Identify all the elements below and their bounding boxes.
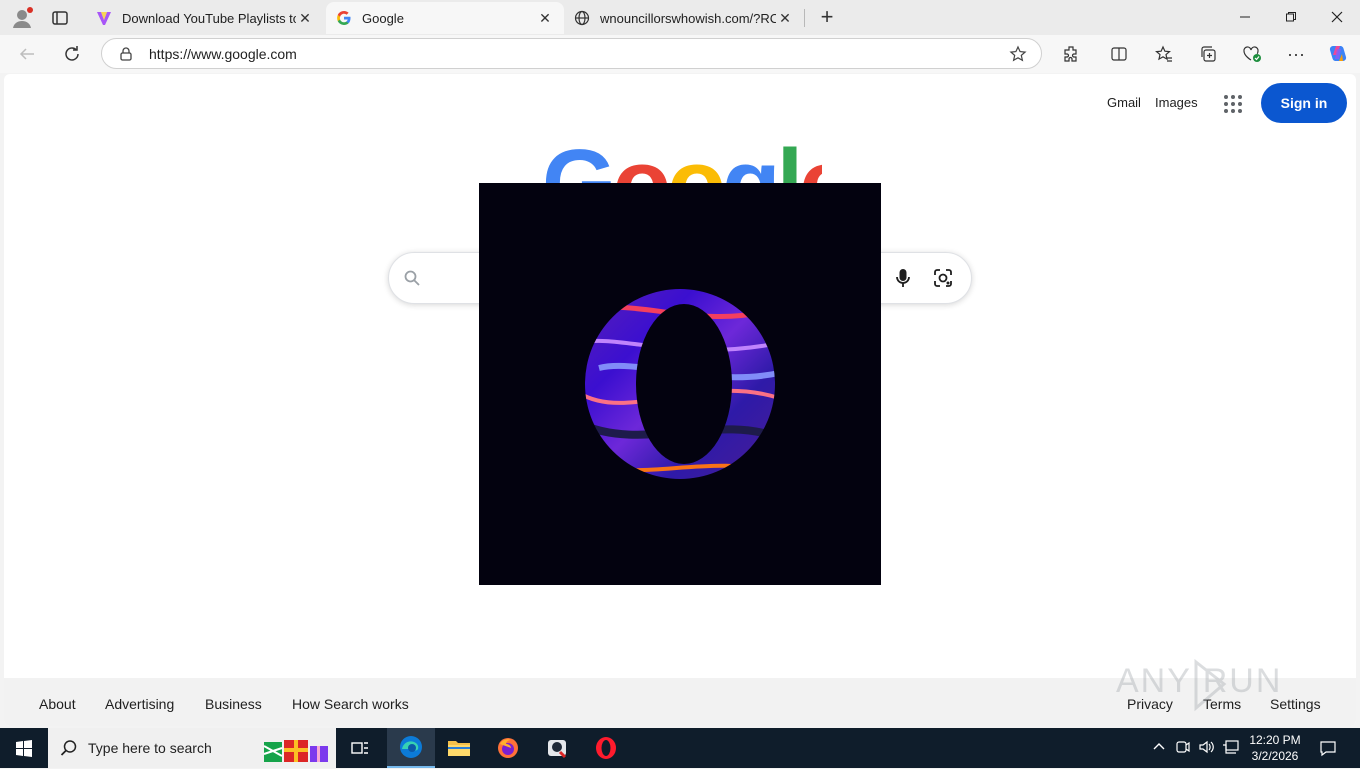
footer-how-search-works-link[interactable]: How Search works bbox=[292, 696, 409, 712]
restore-button[interactable] bbox=[1268, 0, 1314, 34]
tab-actions-icon[interactable] bbox=[50, 8, 70, 28]
split-screen-icon[interactable] bbox=[1104, 40, 1134, 68]
anyrun-watermark: ANY RUN bbox=[1114, 656, 1314, 716]
taskbar-file-explorer[interactable] bbox=[435, 728, 483, 768]
favorites-icon[interactable] bbox=[1149, 40, 1179, 68]
back-button[interactable] bbox=[12, 40, 42, 68]
gmail-link[interactable]: Gmail bbox=[1107, 95, 1141, 110]
taskbar-opera[interactable] bbox=[582, 728, 630, 768]
camera-search-icon[interactable] bbox=[932, 267, 954, 289]
tray-chevron-icon[interactable] bbox=[1152, 739, 1166, 756]
tab-google[interactable]: Google ✕ bbox=[326, 2, 564, 34]
footer-advertising-link[interactable]: Advertising bbox=[105, 696, 174, 712]
minimize-button[interactable] bbox=[1222, 0, 1268, 34]
clock-date: 3/2/2026 bbox=[1251, 749, 1299, 763]
refresh-button[interactable] bbox=[57, 40, 87, 68]
google-apps-icon[interactable] bbox=[1222, 93, 1244, 115]
tab-download-youtube[interactable]: Download YouTube Playlists to M ✕ bbox=[86, 2, 324, 34]
taskbar-clock[interactable]: 12:20 PM 3/2/2026 bbox=[1238, 732, 1312, 764]
new-tab-button[interactable]: + bbox=[814, 4, 840, 29]
address-bar[interactable]: https://www.google.com bbox=[101, 38, 1042, 69]
app-icon bbox=[548, 740, 567, 759]
meet-now-icon[interactable] bbox=[1176, 739, 1190, 758]
tab-wnouncillors[interactable]: wnouncillorswhowish.com/?RCtd0 ✕ bbox=[564, 2, 804, 34]
sign-in-button[interactable]: Sign in bbox=[1261, 83, 1347, 123]
folder-icon bbox=[448, 741, 470, 756]
tab-divider bbox=[804, 9, 805, 27]
google-logo: Google bbox=[542, 128, 822, 184]
browser-titlebar: Download YouTube Playlists to M ✕ Google… bbox=[0, 0, 1360, 35]
close-icon[interactable]: ✕ bbox=[776, 9, 794, 27]
search-highlight-gifts-icon bbox=[262, 734, 332, 764]
favorite-star-icon[interactable] bbox=[1009, 45, 1027, 63]
extensions-icon[interactable] bbox=[1056, 40, 1086, 68]
tab-title: Google bbox=[362, 10, 404, 26]
more-menu-icon[interactable]: ··· bbox=[1281, 40, 1311, 68]
globe-icon bbox=[574, 10, 590, 26]
search-icon bbox=[403, 269, 421, 287]
web-page: Gmail Images Sign in Google About Advert… bbox=[4, 74, 1356, 726]
start-button[interactable] bbox=[0, 728, 48, 768]
google-g-icon bbox=[336, 10, 352, 26]
tab-title: wnouncillorswhowish.com/?RCtd0 bbox=[600, 10, 776, 26]
taskbar-firefox[interactable] bbox=[484, 728, 532, 768]
search-icon bbox=[60, 739, 78, 757]
opera-icon bbox=[596, 737, 616, 759]
task-view-button[interactable] bbox=[336, 728, 384, 768]
images-link[interactable]: Images bbox=[1155, 95, 1198, 110]
taskbar-app-anyrun[interactable] bbox=[533, 728, 581, 768]
opera-logo-icon bbox=[577, 283, 781, 485]
footer-about-link[interactable]: About bbox=[39, 696, 76, 712]
taskbar-search-placeholder[interactable]: Type here to search bbox=[88, 740, 212, 756]
collections-icon[interactable] bbox=[1193, 40, 1223, 68]
svg-text:Google: Google bbox=[542, 130, 822, 184]
notifications-icon[interactable] bbox=[1318, 738, 1338, 761]
tab-title: Download YouTube Playlists to M bbox=[122, 10, 296, 26]
opera-splash-overlay bbox=[479, 183, 881, 585]
footer-business-link[interactable]: Business bbox=[205, 696, 262, 712]
watermark-text: ANY RUN bbox=[1116, 662, 1282, 700]
microphone-icon[interactable] bbox=[893, 267, 913, 289]
copilot-icon[interactable] bbox=[1323, 40, 1353, 68]
task-view-icon bbox=[351, 742, 368, 754]
taskbar-search-box[interactable]: Type here to search bbox=[48, 728, 336, 768]
vivaldi-like-v-icon bbox=[96, 10, 112, 26]
firefox-icon bbox=[498, 738, 518, 758]
lock-icon[interactable] bbox=[118, 46, 134, 62]
taskbar-edge[interactable] bbox=[387, 728, 435, 768]
url-text[interactable]: https://www.google.com bbox=[149, 46, 297, 62]
browser-toolbar: https://www.google.com ··· bbox=[0, 35, 1360, 73]
profile-avatar-icon[interactable] bbox=[10, 6, 34, 30]
edge-icon bbox=[400, 736, 422, 758]
windows-taskbar: Type here to search 12:20 PM 3/2/2026 bbox=[0, 728, 1360, 768]
windows-logo-icon bbox=[16, 740, 32, 757]
close-icon[interactable]: ✕ bbox=[536, 9, 554, 27]
close-icon[interactable]: ✕ bbox=[296, 9, 314, 27]
close-window-button[interactable] bbox=[1314, 0, 1360, 34]
clock-time: 12:20 PM bbox=[1249, 733, 1301, 747]
volume-icon[interactable] bbox=[1198, 739, 1216, 758]
browser-essentials-icon[interactable] bbox=[1237, 40, 1267, 68]
